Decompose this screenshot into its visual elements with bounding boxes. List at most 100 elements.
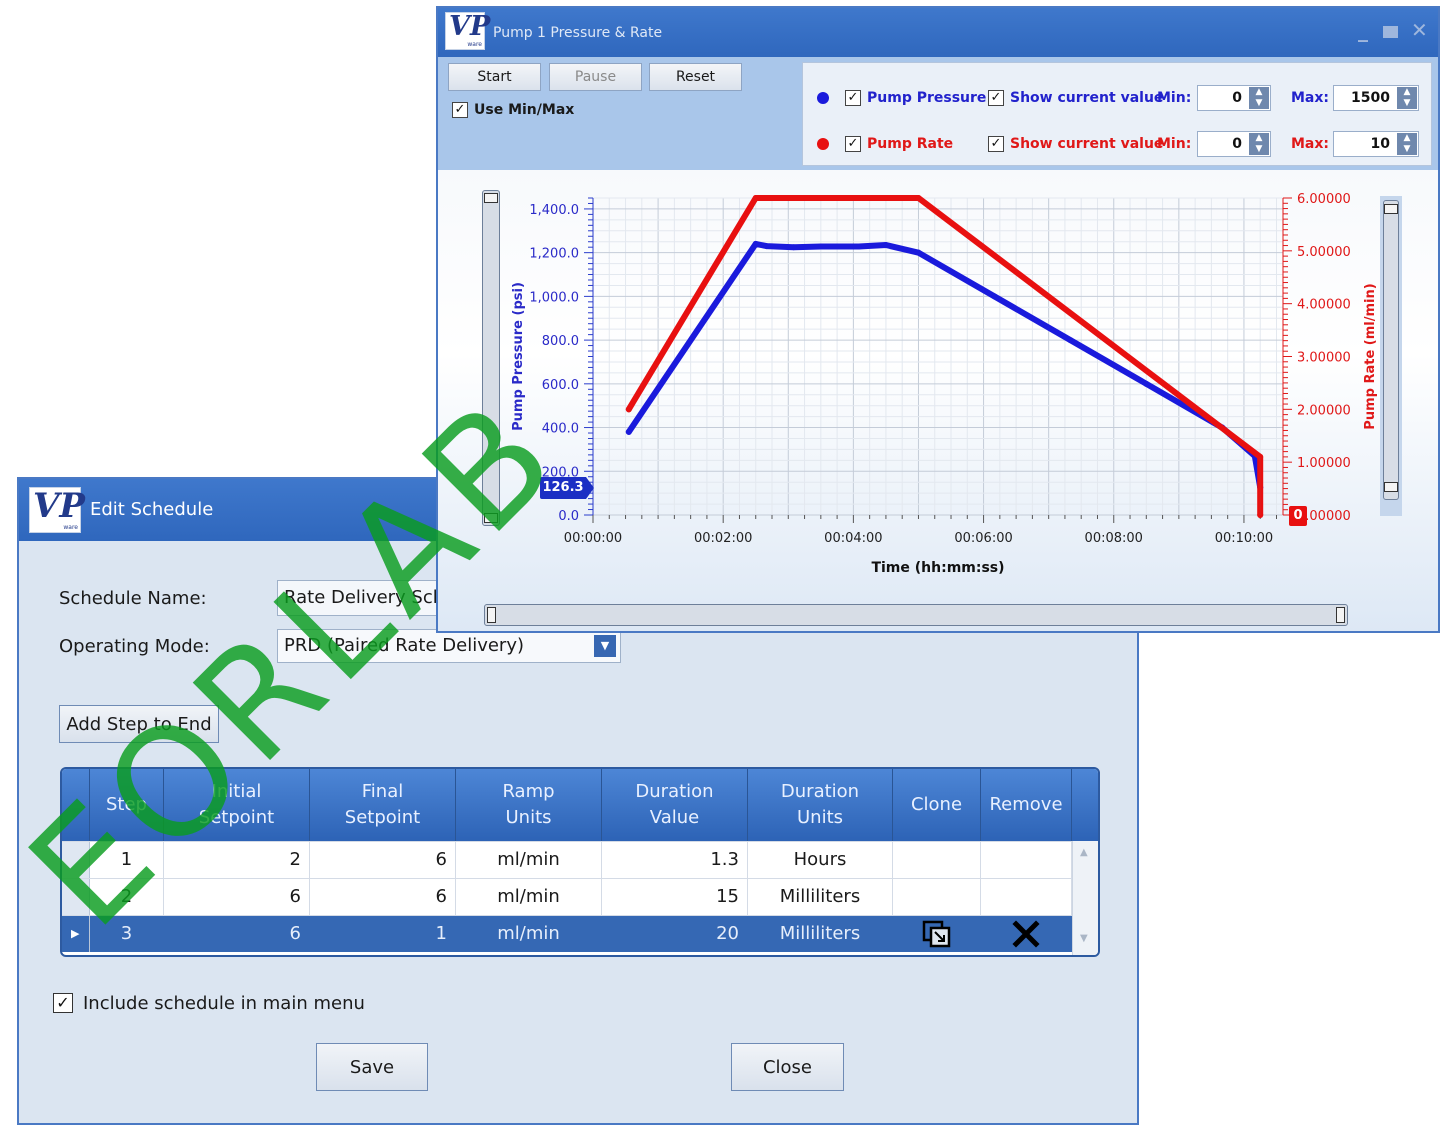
y-right-tick-label: 2.00000: [1297, 403, 1351, 418]
row-selector[interactable]: ▶: [62, 916, 90, 952]
cell-final-setpoint[interactable]: 6: [310, 879, 456, 915]
stepper-arrows-icon[interactable]: ▲ ▼: [1397, 87, 1417, 109]
cell-clone[interactable]: [893, 879, 981, 915]
column-header-ramp-units[interactable]: Ramp Units: [456, 769, 602, 841]
x-tick-label: 00:00:00: [564, 531, 622, 546]
save-button[interactable]: Save: [316, 1043, 428, 1091]
scroll-up-icon[interactable]: ▲: [1080, 847, 1088, 858]
cell-ramp-units[interactable]: ml/min: [456, 879, 602, 915]
add-step-button[interactable]: Add Step to End: [59, 705, 219, 743]
close-window-icon[interactable]: ✕: [1411, 18, 1428, 42]
pump-pressure-point: [915, 249, 922, 256]
pause-button[interactable]: Pause: [549, 63, 642, 91]
maximize-icon[interactable]: [1383, 26, 1398, 38]
cell-initial-setpoint[interactable]: 6: [164, 916, 310, 952]
rate-range-slider[interactable]: [1380, 196, 1402, 516]
cell-duration-units[interactable]: Milliliters: [748, 916, 893, 952]
x-tick-label: 00:06:00: [954, 531, 1012, 546]
cell-remove: [981, 916, 1072, 952]
pressure-show-current-checkbox[interactable]: ✓: [988, 90, 1004, 106]
scroll-down-icon[interactable]: ▼: [1080, 933, 1088, 944]
slider-handle-left[interactable]: [487, 607, 496, 623]
y-left-tick-label: 1,200.0: [529, 247, 579, 262]
vpware-logo-icon: VP ware: [29, 486, 85, 533]
slider-handle-right[interactable]: [1336, 607, 1345, 623]
table-vertical-scrollbar[interactable]: ▲ ▼: [1072, 841, 1098, 955]
column-header-remove[interactable]: Remove: [981, 769, 1072, 841]
y-axis-left-title: Pump Pressure (psi): [511, 282, 526, 431]
slider-handle-top[interactable]: [484, 193, 498, 203]
cell-step[interactable]: 1: [90, 842, 164, 878]
rate-min-stepper[interactable]: 0 ▲ ▼: [1197, 131, 1271, 157]
pressure-max-stepper[interactable]: 1500 ▲ ▼: [1333, 85, 1419, 111]
y-left-tick-label: 1,400.0: [529, 203, 579, 218]
pressure-series-checkbox[interactable]: ✓: [845, 90, 861, 106]
operating-mode-select[interactable]: PRD (Paired Rate Delivery) ▼: [277, 629, 621, 663]
chevron-down-icon[interactable]: ▼: [594, 635, 616, 657]
rate-show-current-checkbox[interactable]: ✓: [988, 136, 1004, 152]
slider-handle-bottom[interactable]: [1384, 482, 1398, 492]
table-row[interactable]: 2 6 6 ml/min 15 Milliliters: [62, 878, 1072, 915]
column-header-duration-units[interactable]: Duration Units: [748, 769, 893, 841]
cell-final-setpoint[interactable]: 1: [310, 916, 456, 952]
rate-max-label: Max:: [1291, 136, 1330, 152]
pump-rate-point: [752, 195, 759, 201]
plot-frame: [592, 197, 1284, 516]
cell-initial-setpoint[interactable]: 6: [164, 879, 310, 915]
y-axis-right-title: Pump Rate (ml/min): [1363, 283, 1378, 429]
schedule-name-label: Schedule Name:: [59, 588, 207, 609]
cell-initial-setpoint[interactable]: 2: [164, 842, 310, 878]
pressure-min-label: Min:: [1157, 90, 1192, 106]
pump-window-titlebar[interactable]: VP ware Pump 1 Pressure & Rate _ ✕: [438, 8, 1438, 57]
column-header-duration-value[interactable]: Duration Value: [602, 769, 748, 841]
slider-handle-bottom[interactable]: [484, 513, 498, 523]
cell-clone: [893, 916, 981, 952]
close-button[interactable]: Close: [731, 1043, 844, 1091]
cell-ramp-units[interactable]: ml/min: [456, 916, 602, 952]
cell-remove[interactable]: [981, 842, 1072, 878]
pump-control-toolbar: Start Pause Reset ✓ Use Min/Max ✓ Pump P…: [438, 57, 1438, 170]
cell-duration-value[interactable]: 15: [602, 879, 748, 915]
start-button[interactable]: Start: [448, 63, 541, 91]
cell-duration-value[interactable]: 20: [602, 916, 748, 952]
stepper-arrows-icon[interactable]: ▲ ▼: [1397, 133, 1417, 155]
column-header-step[interactable]: Step: [90, 769, 164, 841]
cell-step[interactable]: 2: [90, 879, 164, 915]
cell-duration-units[interactable]: Milliliters: [748, 879, 893, 915]
use-minmax-checkbox[interactable]: ✓: [452, 102, 468, 118]
minimize-icon[interactable]: _: [1358, 18, 1368, 42]
stepper-arrows-icon[interactable]: ▲ ▼: [1249, 87, 1269, 109]
pump-pressure-point: [991, 293, 998, 300]
cell-duration-value[interactable]: 1.3: [602, 842, 748, 878]
current-pressure-marker: 126.3: [540, 477, 586, 499]
table-header: Step Initial Setpoint Final Setpoint Ram…: [62, 769, 1098, 841]
rate-series-checkbox[interactable]: ✓: [845, 136, 861, 152]
row-selector[interactable]: [62, 879, 90, 915]
include-schedule-checkbox[interactable]: ✓: [53, 993, 73, 1013]
pressure-series-dot-icon: [817, 92, 829, 104]
pump-pressure-rate-window: VP ware Pump 1 Pressure & Rate _ ✕ Start…: [436, 6, 1440, 633]
cell-duration-units[interactable]: Hours: [748, 842, 893, 878]
rate-max-stepper[interactable]: 10 ▲ ▼: [1333, 131, 1419, 157]
cell-ramp-units[interactable]: ml/min: [456, 842, 602, 878]
column-header-final-setpoint[interactable]: Final Setpoint: [310, 769, 456, 841]
cell-remove[interactable]: [981, 879, 1072, 915]
slider-handle-top[interactable]: [1384, 204, 1398, 214]
reset-button[interactable]: Reset: [649, 63, 742, 91]
stepper-arrows-icon[interactable]: ▲ ▼: [1249, 133, 1269, 155]
pressure-range-slider[interactable]: [482, 190, 500, 526]
chart-gridlines: [592, 197, 1284, 516]
row-selector[interactable]: [62, 842, 90, 878]
cell-clone[interactable]: [893, 842, 981, 878]
table-row[interactable]: 1 2 6 ml/min 1.3 Hours: [62, 841, 1072, 878]
cell-step[interactable]: 3: [90, 916, 164, 952]
column-header-clone[interactable]: Clone: [893, 769, 981, 841]
cell-final-setpoint[interactable]: 6: [310, 842, 456, 878]
table-row-selected[interactable]: ▶ 3 6 1 ml/min 20 Milliliters: [62, 915, 1072, 952]
time-range-slider[interactable]: [484, 604, 1348, 626]
series-legend-panel: ✓ Pump Pressure ✓ Show current value Min…: [802, 62, 1432, 166]
column-header-initial-setpoint[interactable]: Initial Setpoint: [164, 769, 310, 841]
clone-icon[interactable]: [922, 920, 952, 948]
remove-x-icon[interactable]: [1012, 920, 1040, 948]
pressure-min-stepper[interactable]: 0 ▲ ▼: [1197, 85, 1271, 111]
